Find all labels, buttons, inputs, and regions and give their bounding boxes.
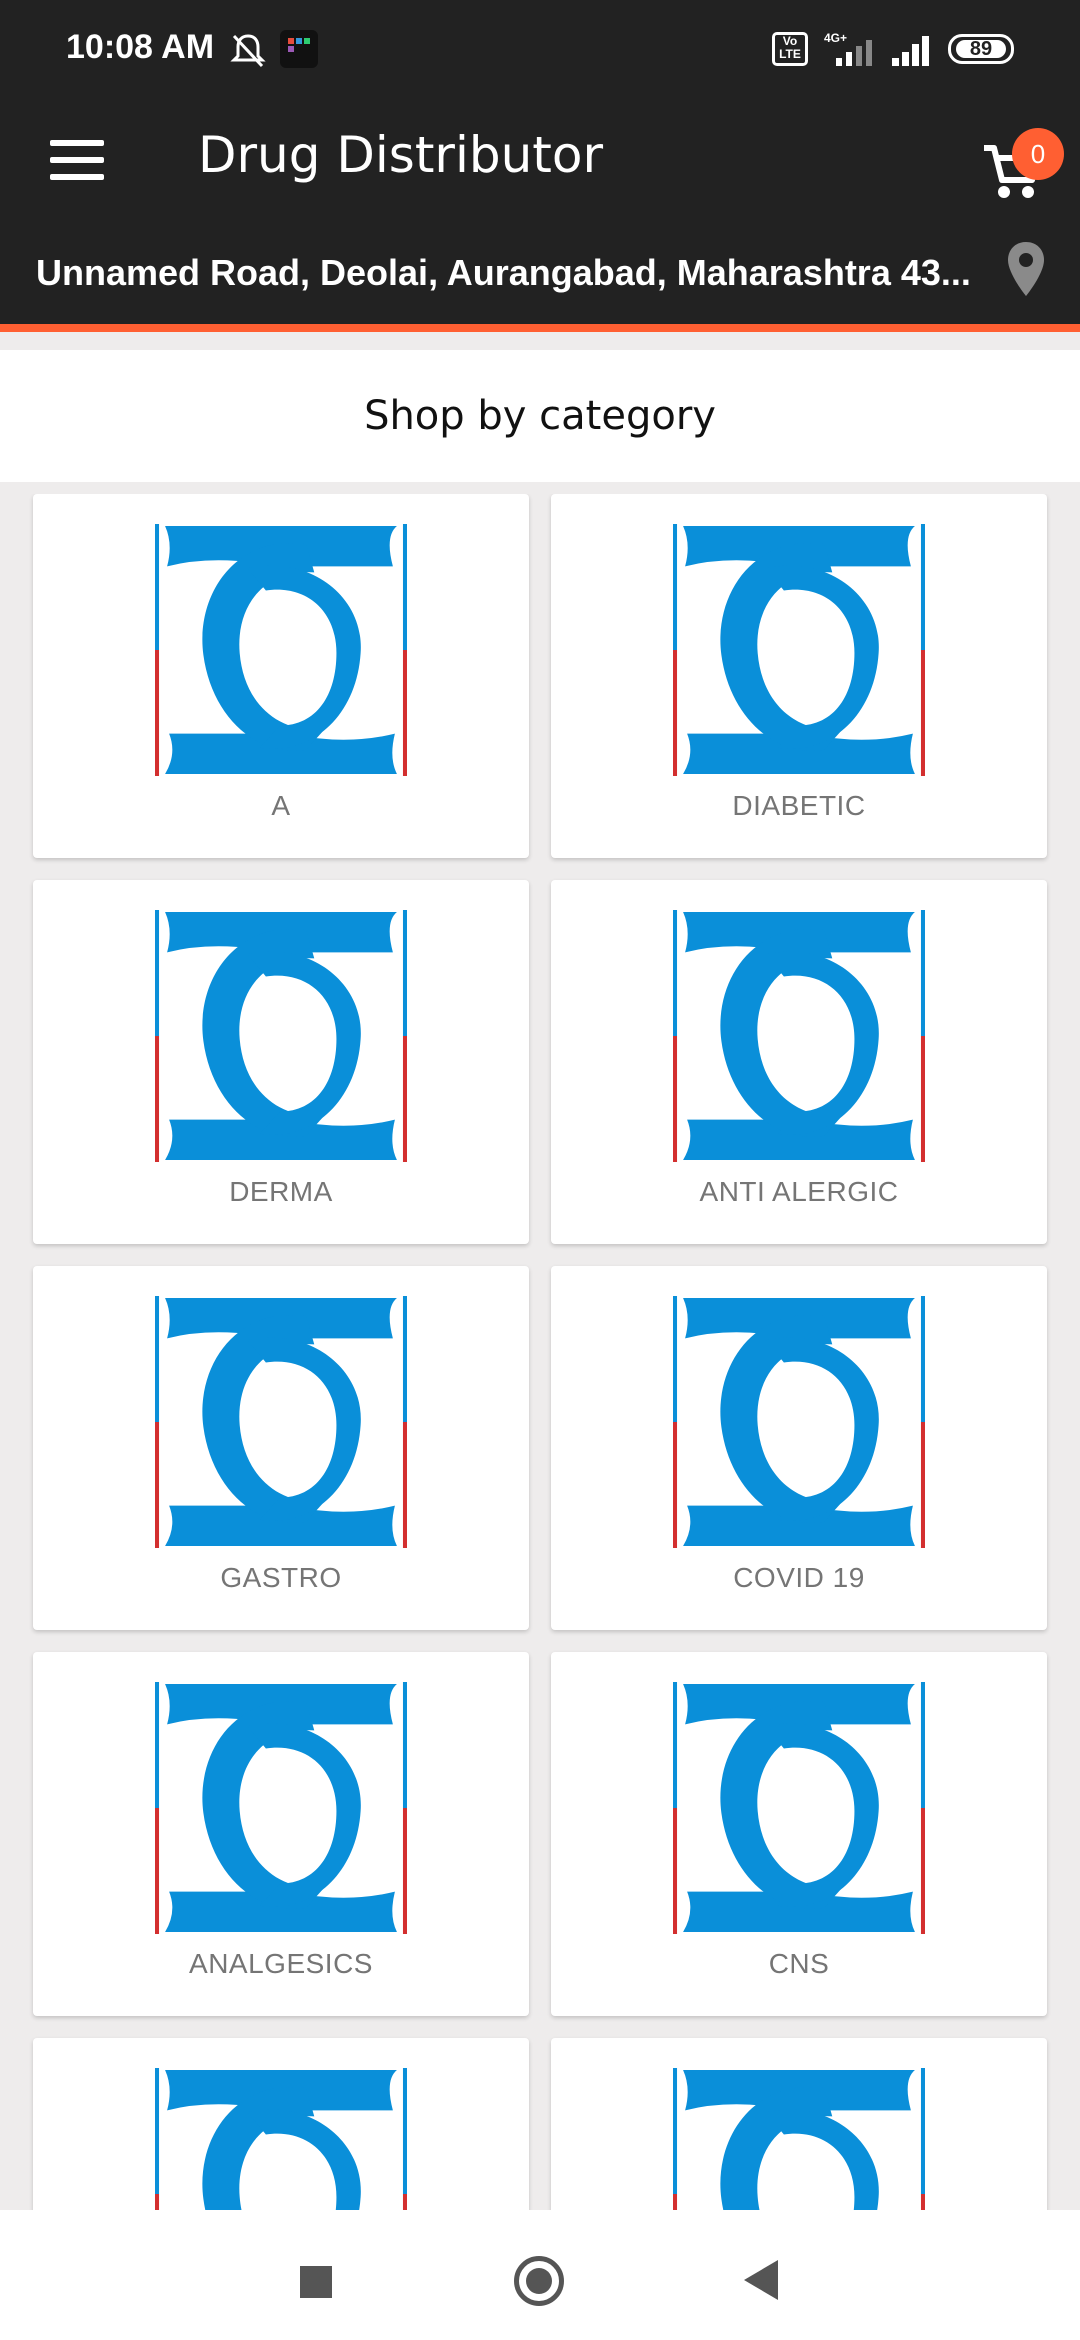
category-card[interactable]: GASTRO	[33, 1266, 529, 1630]
category-label: CNS	[768, 1948, 830, 1979]
category-label: ANALGESICS	[189, 1948, 373, 1979]
system-nav-bar	[0, 2210, 1080, 2340]
status-time: 10:08 AM	[66, 28, 215, 66]
delivery-address[interactable]: Unnamed Road, Deolai, Aurangabad, Mahara…	[36, 252, 996, 294]
category-label: DERMA	[229, 1176, 333, 1207]
category-label: COVID 19	[733, 1562, 865, 1593]
signal-strength-icon	[892, 36, 929, 66]
category-card[interactable]: DERMA	[33, 880, 529, 1244]
category-logo-icon	[155, 910, 407, 1162]
category-card[interactable]: ANALGESICS	[33, 1652, 529, 2016]
battery-level: 89	[956, 39, 1006, 59]
volte-icon: Vo LTE	[772, 32, 808, 66]
notifications-off-icon	[230, 34, 266, 68]
signal-4g-icon: 4G+	[824, 31, 872, 66]
category-card[interactable]: A	[33, 494, 529, 858]
svg-text:4G+: 4G+	[824, 31, 847, 45]
home-circle-icon[interactable]	[514, 2256, 564, 2306]
address-bar[interactable]: Unnamed Road, Deolai, Aurangabad, Mahara…	[0, 240, 1080, 324]
category-logo-icon	[673, 2068, 925, 2210]
category-logo-icon	[673, 1296, 925, 1548]
app-title: Drug Distributor	[198, 126, 604, 184]
category-logo-icon	[155, 1682, 407, 1934]
category-logo-icon	[673, 910, 925, 1162]
category-card[interactable]	[33, 2038, 529, 2210]
menu-icon[interactable]	[50, 140, 104, 180]
category-header: Shop by category	[0, 350, 1080, 482]
category-card[interactable]: DIABETIC	[551, 494, 1047, 858]
app-bar: Drug Distributor 0	[0, 100, 1080, 240]
app-notification-icon	[280, 30, 318, 68]
category-grid: A DIABETIC DERMA ANTI ALERGIC GASTRO COV…	[0, 494, 1080, 2210]
category-card[interactable]	[551, 2038, 1047, 2210]
category-label: GASTRO	[220, 1562, 342, 1593]
category-label: A	[271, 790, 291, 821]
category-card[interactable]: CNS	[551, 1652, 1047, 2016]
category-label: DIABETIC	[732, 790, 866, 821]
category-logo-icon	[673, 1682, 925, 1934]
category-label: ANTI ALERGIC	[699, 1176, 899, 1207]
location-pin-icon[interactable]	[1004, 240, 1048, 300]
category-card[interactable]: COVID 19	[551, 1266, 1047, 1630]
back-triangle-icon[interactable]	[744, 2260, 778, 2300]
category-logo-icon	[155, 2068, 407, 2210]
cart-count-badge[interactable]: 0	[1012, 128, 1064, 180]
category-card[interactable]: ANTI ALERGIC	[551, 880, 1047, 1244]
battery-icon: 89	[948, 34, 1014, 64]
category-logo-icon	[673, 524, 925, 776]
category-logo-icon	[155, 1296, 407, 1548]
recents-square-icon[interactable]	[300, 2266, 332, 2298]
accent-divider	[0, 324, 1080, 332]
category-logo-icon	[155, 524, 407, 776]
status-bar: 10:08 AM Vo LTE 4G+ 89	[0, 0, 1080, 100]
section-title: Shop by category	[364, 393, 716, 439]
